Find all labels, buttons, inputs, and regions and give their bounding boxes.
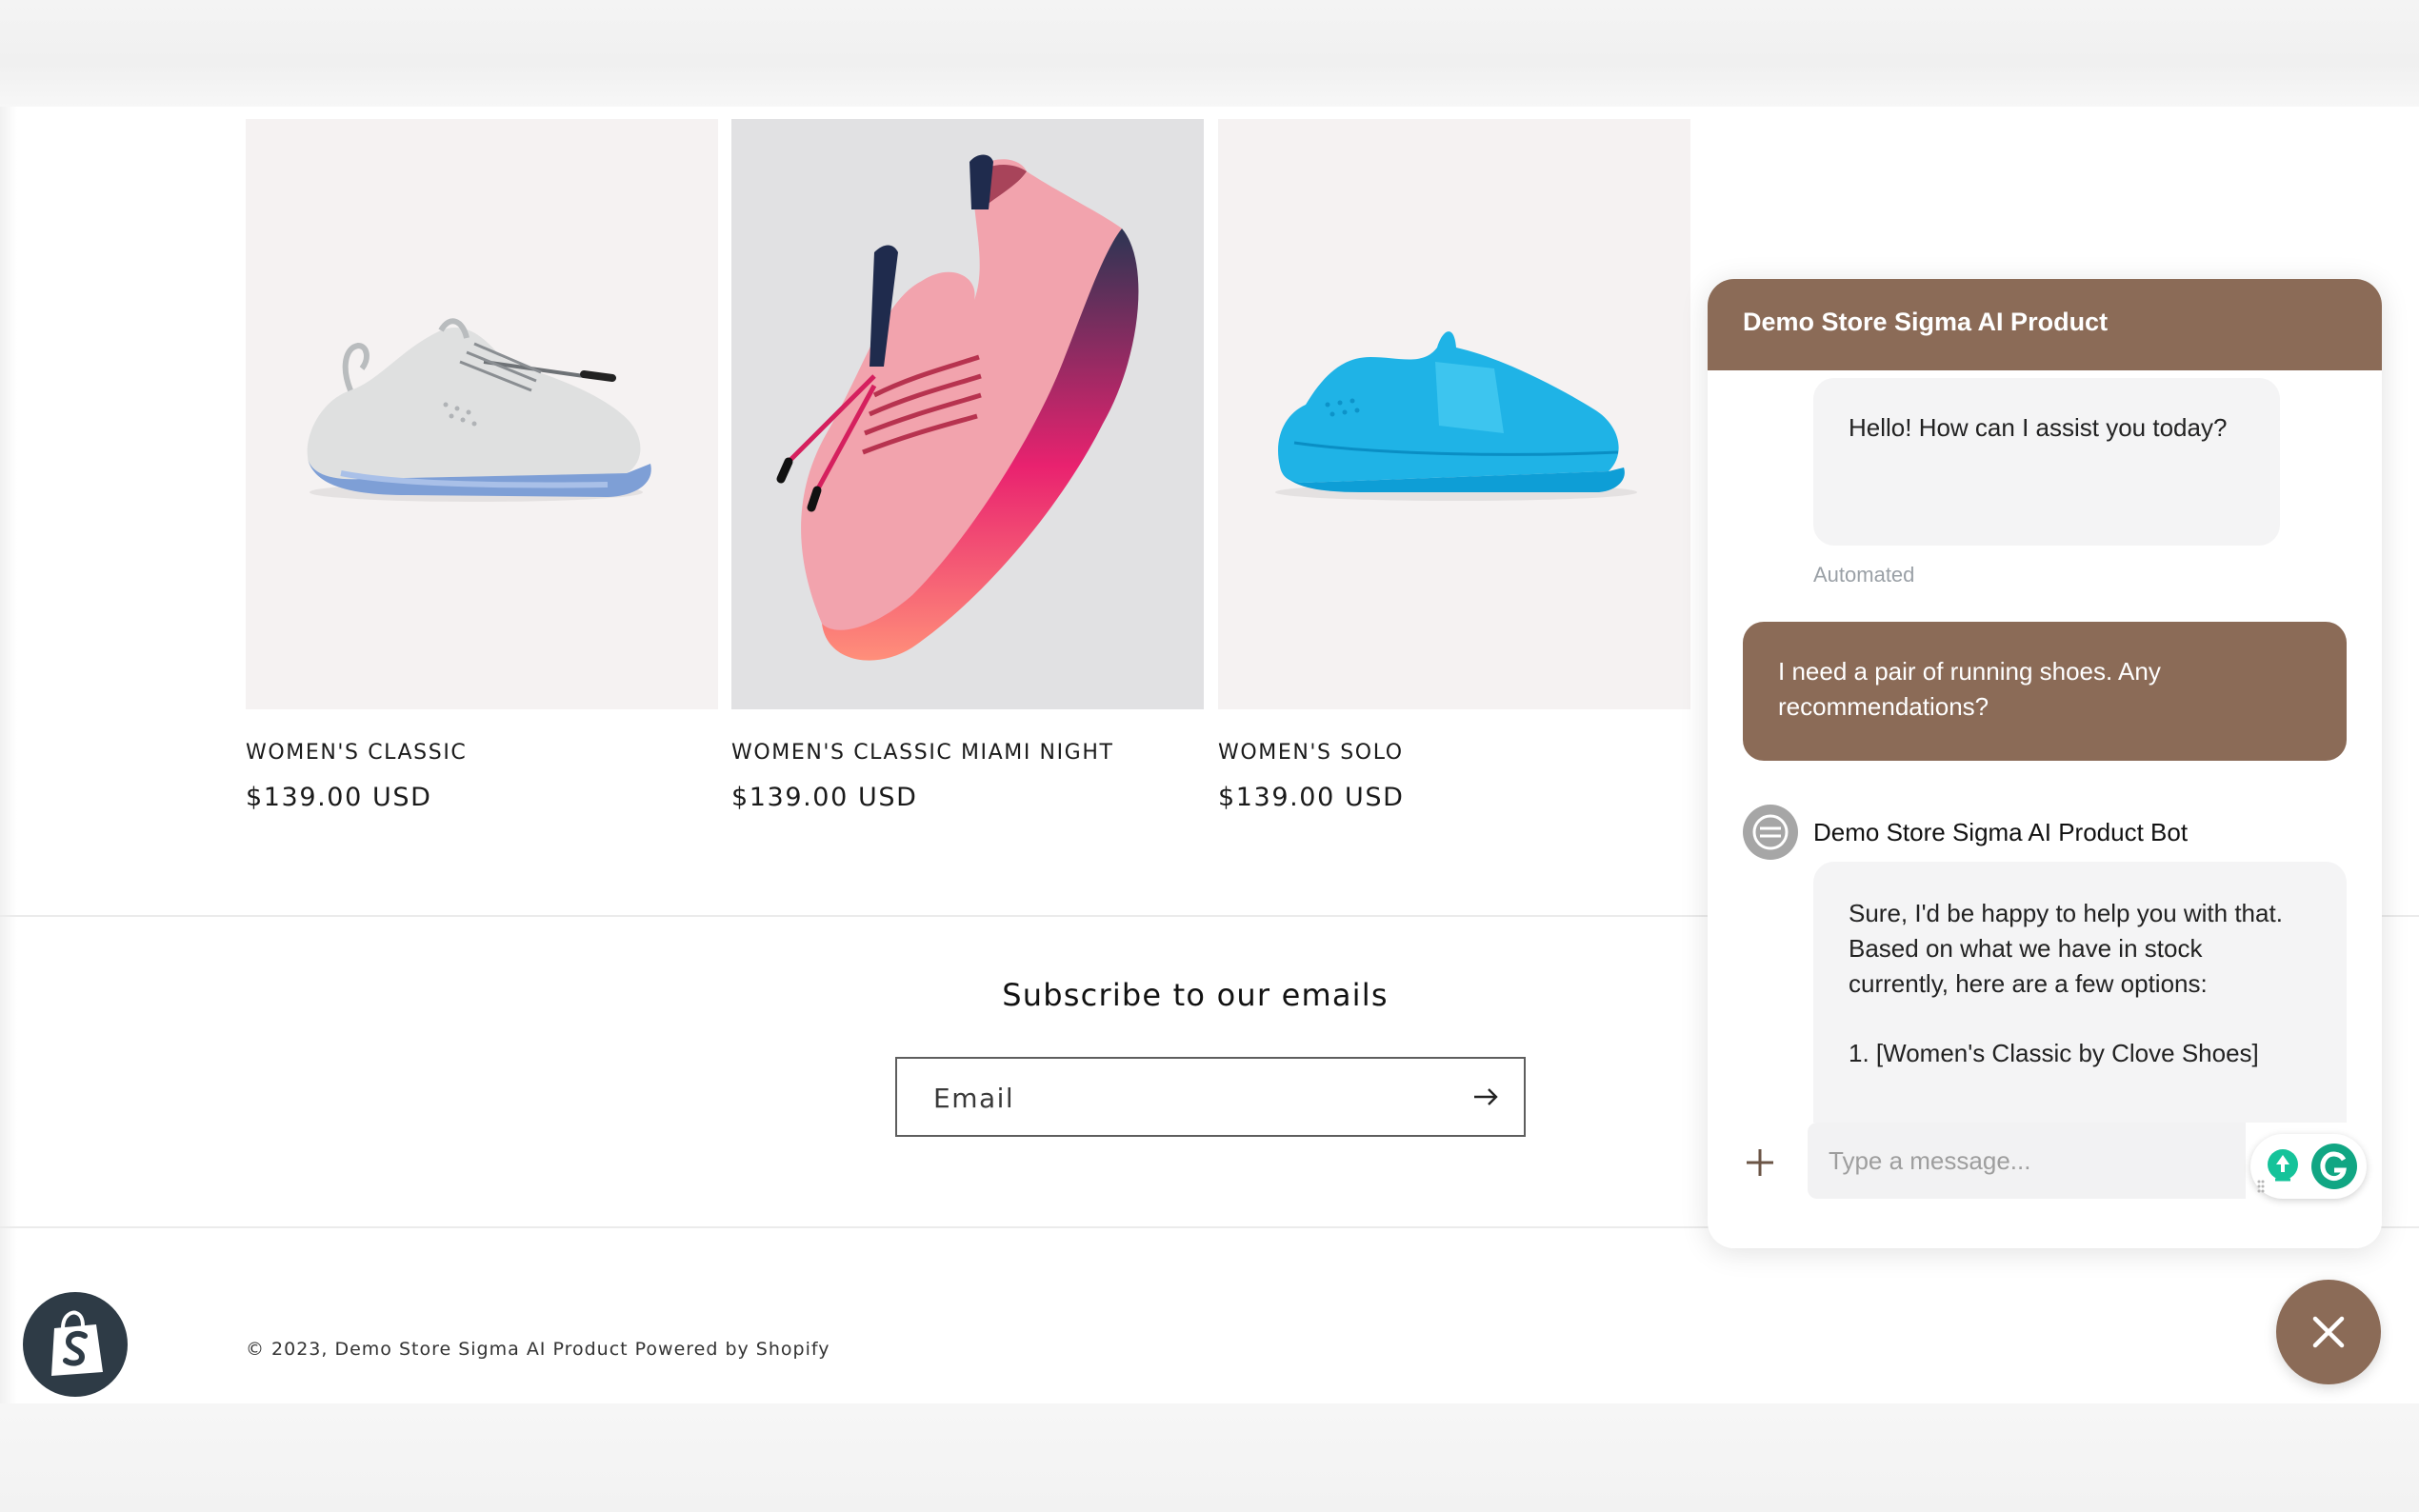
newsletter-heading: Subscribe to our emails (1002, 977, 1389, 1013)
product-card-womens-classic-miami-night[interactable]: WOMEN'S CLASSIC MIAMI NIGHT $139.00 USD (731, 119, 1204, 812)
close-icon[interactable] (2276, 1280, 2381, 1384)
chat-widget: Demo Store Sigma AI Product Hello! How c… (1708, 279, 2382, 1248)
message-text: Hello! How can I assist you today? (1849, 413, 2228, 442)
grey-blue-sneaker-image[interactable] (246, 119, 718, 709)
shopify-bag-icon[interactable] (23, 1292, 128, 1397)
left-edge (0, 107, 17, 1403)
product-card-womens-solo[interactable]: WOMEN'S SOLO $139.00 USD (1218, 119, 1690, 812)
bottom-fade (0, 1403, 2419, 1512)
product-price: $139.00 USD (1218, 783, 1405, 812)
email-subscribe-form (895, 1057, 1526, 1137)
message-text-line: I need a pair of running shoes. Any (1778, 657, 2161, 686)
chat-composer (1708, 1123, 2382, 1248)
user-message-bubble: I need a pair of running shoes. Any reco… (1743, 622, 2347, 761)
message-text-line: 1. [Women's Classic by Clove Shoes] (1849, 1039, 2259, 1067)
bot-avatar (1743, 805, 1798, 860)
product-title[interactable]: WOMEN'S CLASSIC (246, 741, 718, 765)
footer-copyright: © 2023, Demo Store Sigma AI Product Powe… (246, 1339, 830, 1360)
product-price: $139.00 USD (246, 783, 432, 812)
product-title[interactable]: WOMEN'S CLASSIC MIAMI NIGHT (731, 741, 1204, 765)
product-card-womens-classic[interactable]: WOMEN'S CLASSIC $139.00 USD (246, 119, 718, 812)
email-field[interactable] (931, 1059, 1449, 1137)
pink-navy-sneaker-image[interactable] (731, 119, 1204, 709)
top-fade (0, 0, 2419, 107)
grammarly-widget[interactable] (2250, 1134, 2367, 1199)
chat-header: Demo Store Sigma AI Product (1708, 279, 2382, 370)
product-price: $139.00 USD (731, 783, 918, 812)
message-text-line: Based on what we have in stock (1849, 934, 2203, 963)
message-text-line: currently, here are a few options: (1849, 969, 2208, 998)
chat-title: Demo Store Sigma AI Product (1743, 308, 2109, 336)
chat-messages[interactable]: Hello! How can I assist you today? Autom… (1708, 370, 2382, 1123)
cyan-slip-on-sneaker-image[interactable] (1218, 119, 1690, 709)
store-page: WOMEN'S CLASSIC $139.00 USD WOMEN'S CLAS… (0, 0, 2419, 1512)
plus-icon[interactable] (1741, 1144, 1779, 1182)
message-text-line: recommendations? (1778, 692, 1989, 721)
bot-message-bubble: Hello! How can I assist you today? (1813, 378, 2280, 546)
product-title[interactable]: WOMEN'S SOLO (1218, 741, 1690, 765)
bot-message-bubble: Sure, I'd be happy to help you with that… (1813, 862, 2347, 1123)
bot-sender-name: Demo Store Sigma AI Product Bot (1813, 818, 2189, 846)
message-text-line: Sure, I'd be happy to help you with that… (1849, 899, 2283, 927)
message-input[interactable] (1808, 1123, 2246, 1199)
message-meta: Automated (1813, 563, 1915, 587)
arrow-right-icon[interactable] (1467, 1078, 1505, 1116)
